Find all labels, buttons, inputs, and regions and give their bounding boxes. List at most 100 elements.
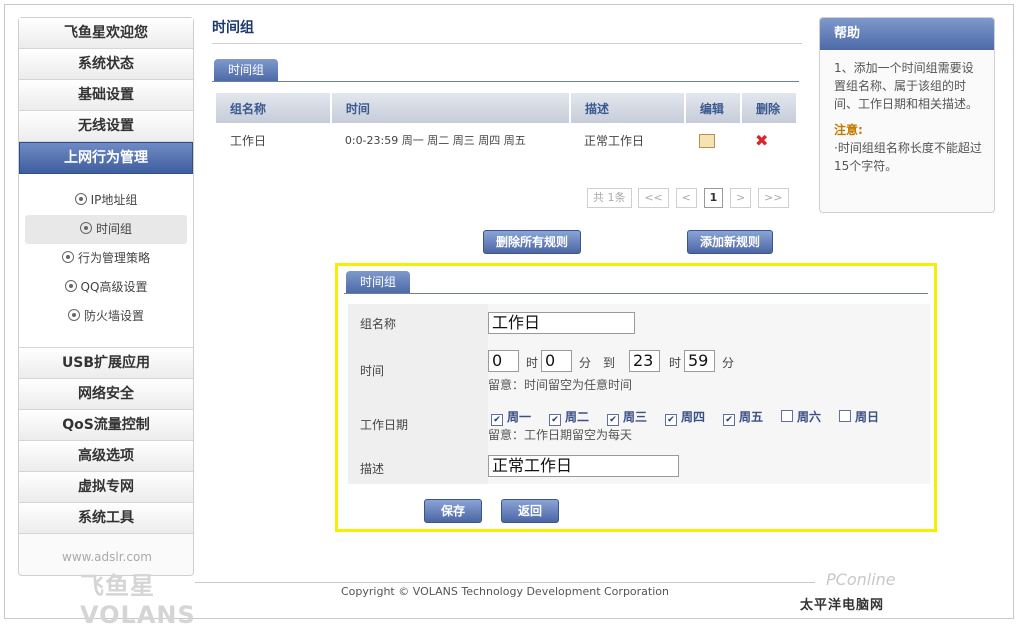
end-hour-input[interactable]: 23 xyxy=(629,350,660,372)
menu-system-status[interactable]: 系统状态 xyxy=(19,49,193,80)
day-label-sat: 周六 xyxy=(797,410,822,424)
cell-desc: 正常工作日 xyxy=(583,133,644,148)
unit-min-2: 分 xyxy=(722,356,735,370)
day-checkbox-thu[interactable]: ✔ 周四 xyxy=(665,408,705,426)
header-edit: 编辑 xyxy=(684,93,742,123)
checkbox-checked-icon: ✔ xyxy=(665,414,677,426)
unit-hour-1: 时 xyxy=(526,356,539,370)
header-delete: 删除 xyxy=(740,93,799,123)
menu-wireless-settings[interactable]: 无线设置 xyxy=(19,111,193,142)
name-label: 组名称 xyxy=(360,317,397,331)
header-desc: 描述 xyxy=(569,93,686,123)
menu-vpn[interactable]: 虚拟专网 xyxy=(19,472,193,503)
tab-strip: 时间组 xyxy=(212,59,799,82)
days-note: 留意：工作日期留空为每天 xyxy=(488,428,633,442)
end-min-input[interactable]: 59 xyxy=(684,350,715,372)
form-row-desc: 描述 正常工作日 xyxy=(348,448,930,486)
day-label-wed: 周三 xyxy=(623,410,648,424)
help-text: 1、添加一个时间组需要设置组名称、属于该组的时间、工作日期和相关描述。 xyxy=(834,61,979,111)
submenu-qq-label: QQ高级设置 xyxy=(80,280,148,294)
unit-min-1: 分 xyxy=(579,356,592,370)
radio-icon xyxy=(61,251,74,263)
cell-delete: ✖ xyxy=(741,123,797,157)
form-tab-strip: 时间组 xyxy=(344,271,928,294)
delete-all-button[interactable]: 删除所有规则 xyxy=(483,230,582,254)
day-checkbox-tue[interactable]: ✔ 周二 xyxy=(549,408,590,426)
group-name-input[interactable]: 工作日 xyxy=(488,312,635,334)
menu-network-security[interactable]: 网络安全 xyxy=(19,379,193,410)
day-checkbox-mon[interactable]: ✔ 周一 xyxy=(491,408,532,426)
table-row: 工作日 0:0-23:59 周一 周二 周三 周四 周五 正常工作日 ✖ xyxy=(216,123,797,157)
menu-usb[interactable]: USB扩展应用 xyxy=(19,348,193,379)
submenu-time-group[interactable]: 时间组 xyxy=(25,215,187,244)
form-row-days: 工作日期 ✔ 周一 ✔ 周二 ✔ 周三 ✔ 周四 ✔ 周五 周六 周日 留意：工作日期留空… xyxy=(348,398,930,450)
day-checkbox-fri[interactable]: ✔ 周五 xyxy=(723,408,763,426)
logo-url: www.adslr.com xyxy=(62,550,152,564)
checkbox-unchecked-icon xyxy=(781,410,793,422)
unit-to: 到 xyxy=(603,356,616,370)
day-checkbox-sat[interactable]: 周六 xyxy=(781,408,821,425)
desc-field-area: 正常工作日 xyxy=(488,448,930,484)
submenu-qq[interactable]: QQ高级设置 xyxy=(25,273,187,302)
main-content: 时间组 时间组 组名称 时间 描述 编辑 删除 工作日 0:0-23:59 周一… xyxy=(212,17,802,208)
tab-time-group[interactable]: 时间组 xyxy=(214,59,279,81)
form-tab-time-group[interactable]: 时间组 xyxy=(346,271,411,293)
add-rule-button[interactable]: 添加新规则 xyxy=(687,230,774,254)
checkbox-checked-icon: ✔ xyxy=(607,414,619,426)
submenu-firewall[interactable]: 防火墙设置 xyxy=(25,302,187,331)
radio-icon xyxy=(79,222,92,234)
checkbox-unchecked-icon xyxy=(839,410,851,422)
volans-logo: www.adslr.com 飞鱼星 VOLANS xyxy=(24,546,195,629)
time-note: 留意：时间留空为任意时间 xyxy=(488,378,633,392)
name-field-area: 工作日 xyxy=(488,304,930,342)
day-label-sun: 周日 xyxy=(855,410,880,424)
pager-first[interactable]: << xyxy=(638,188,669,208)
submenu-policy-label: 行为管理策略 xyxy=(77,251,150,265)
pager-total: 共 1条 xyxy=(587,188,632,208)
logo-brand: 飞鱼星 VOLANS xyxy=(80,572,196,629)
time-group-form: 时间组 组名称 工作日 时间 0 时 0 分 到 23 时 59 分 留意：时间… xyxy=(335,263,937,532)
cell-time: 0:0-23:59 周一 周二 周三 周四 周五 xyxy=(344,134,526,147)
pager-last[interactable]: >> xyxy=(758,188,789,208)
menu-behavior-management[interactable]: 上网行为管理 xyxy=(19,142,193,174)
header-time: 时间 xyxy=(330,93,571,123)
radio-icon xyxy=(64,280,77,292)
back-button[interactable]: 返回 xyxy=(501,499,560,523)
day-checkbox-sun[interactable]: 周日 xyxy=(839,408,879,425)
time-field-area: 0 时 0 分 到 23 时 59 分 留意：时间留空为任意时间 xyxy=(488,342,930,398)
delete-icon[interactable]: ✖ xyxy=(755,131,768,150)
watermark-site: 太平洋电脑网 xyxy=(800,598,885,613)
sidebar: 飞鱼星欢迎您 系统状态 基础设置 无线设置 上网行为管理 IP地址组 时间组 行… xyxy=(18,17,194,576)
help-title: 帮助 xyxy=(820,18,994,50)
menu-advanced[interactable]: 高级选项 xyxy=(19,441,193,472)
form-row-time: 时间 0 时 0 分 到 23 时 59 分 留意：时间留空为任意时间 xyxy=(348,342,930,400)
pager-next[interactable]: > xyxy=(730,188,752,208)
help-note-title: 注意: xyxy=(834,123,863,137)
watermark-pconline: PConline xyxy=(826,570,896,589)
description-input[interactable]: 正常工作日 xyxy=(488,455,679,477)
header-name: 组名称 xyxy=(216,93,332,123)
submenu-policy[interactable]: 行为管理策略 xyxy=(25,244,187,273)
help-body: 1、添加一个时间组需要设置组名称、属于该组的时间、工作日期和相关描述。 注意: … xyxy=(820,50,994,175)
edit-icon[interactable] xyxy=(698,133,715,148)
cell-edit xyxy=(685,123,741,157)
menu-qos[interactable]: QoS流量控制 xyxy=(19,410,193,441)
day-label-tue: 周二 xyxy=(565,410,590,424)
day-label-mon: 周一 xyxy=(507,410,532,424)
help-panel: 帮助 1、添加一个时间组需要设置组名称、属于该组的时间、工作日期和相关描述。 注… xyxy=(819,17,995,213)
footer-copyright: Copyright © VOLANS Technology Developmen… xyxy=(195,582,815,601)
time-label: 时间 xyxy=(360,364,385,378)
save-button[interactable]: 保存 xyxy=(424,499,483,523)
menu-basic-settings[interactable]: 基础设置 xyxy=(19,80,193,111)
day-checkbox-wed[interactable]: ✔ 周三 xyxy=(607,408,648,426)
time-group-table: 组名称 时间 描述 编辑 删除 工作日 0:0-23:59 周一 周二 周三 周… xyxy=(216,93,799,157)
menu-system-tools[interactable]: 系统工具 xyxy=(19,503,193,534)
menu-welcome[interactable]: 飞鱼星欢迎您 xyxy=(19,18,193,49)
start-hour-input[interactable]: 0 xyxy=(488,350,519,372)
pager-prev[interactable]: < xyxy=(675,188,697,208)
help-note-text: ·时间组组名称长度不能超过15个字符。 xyxy=(834,141,982,173)
pagination: 共 1条 << < 1 > >> xyxy=(587,188,792,208)
start-min-input[interactable]: 0 xyxy=(541,350,572,372)
submenu-ip-group[interactable]: IP地址组 xyxy=(25,186,187,215)
pager-current[interactable]: 1 xyxy=(703,188,724,208)
